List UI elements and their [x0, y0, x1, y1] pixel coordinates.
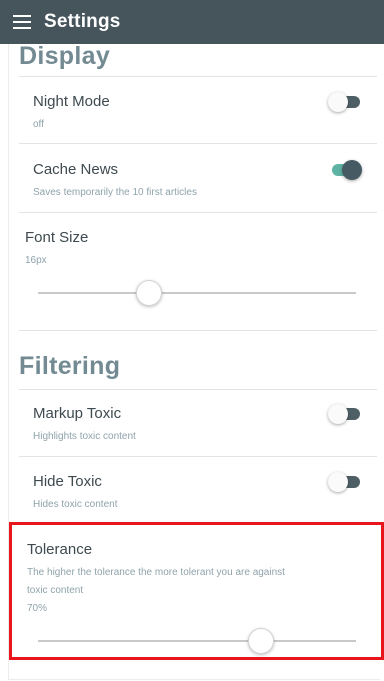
tolerance-description-line1: The higher the tolerance the more tolera… [27, 567, 285, 578]
tolerance-value: 70% [27, 603, 48, 614]
slider-thumb[interactable] [136, 280, 163, 306]
app-title: Settings [44, 11, 121, 32]
slider-rail [38, 640, 356, 642]
night-mode-label: Night Mode [33, 93, 110, 110]
night-mode-toggle[interactable] [328, 92, 362, 112]
content-bottom-border [8, 679, 380, 680]
divider [19, 143, 377, 144]
toggle-knob [342, 160, 362, 180]
tolerance-description-line2: toxic content [27, 585, 84, 596]
hide-toxic-toggle[interactable] [328, 472, 362, 492]
cache-news-description: Saves temporarily the 10 first articles [33, 187, 197, 198]
slider-rail [38, 292, 356, 294]
app-bar: Settings [0, 0, 384, 44]
markup-toxic-description: Highlights toxic content [33, 431, 136, 442]
cache-news-toggle[interactable] [328, 160, 362, 180]
hamburger-menu-glyph [13, 15, 31, 29]
night-mode-value: off [33, 119, 44, 130]
divider [19, 212, 377, 213]
toggle-knob [328, 404, 348, 424]
hide-toxic-label: Hide Toxic [33, 473, 102, 490]
font-size-label: Font Size [25, 229, 89, 246]
hamburger-menu-icon[interactable] [0, 0, 44, 44]
font-size-value: 16px [25, 255, 47, 266]
font-size-slider[interactable] [38, 280, 356, 306]
cache-news-label: Cache News [33, 161, 119, 178]
divider [19, 456, 377, 457]
divider [19, 76, 377, 77]
divider [19, 330, 377, 331]
settings-page: Display Night Mode off Cache News Saves … [0, 0, 384, 681]
markup-toxic-toggle[interactable] [328, 404, 362, 424]
content-left-border [8, 40, 9, 680]
filtering-section-title: Filtering [19, 352, 121, 380]
toggle-knob [328, 472, 348, 492]
markup-toxic-label: Markup Toxic [33, 405, 122, 422]
hide-toxic-description: Hides toxic content [33, 499, 118, 510]
slider-thumb[interactable] [247, 628, 274, 654]
display-section-title: Display [19, 42, 111, 70]
tolerance-slider[interactable] [38, 628, 356, 654]
divider [19, 389, 377, 390]
tolerance-label: Tolerance [27, 541, 93, 558]
toggle-knob [328, 92, 348, 112]
